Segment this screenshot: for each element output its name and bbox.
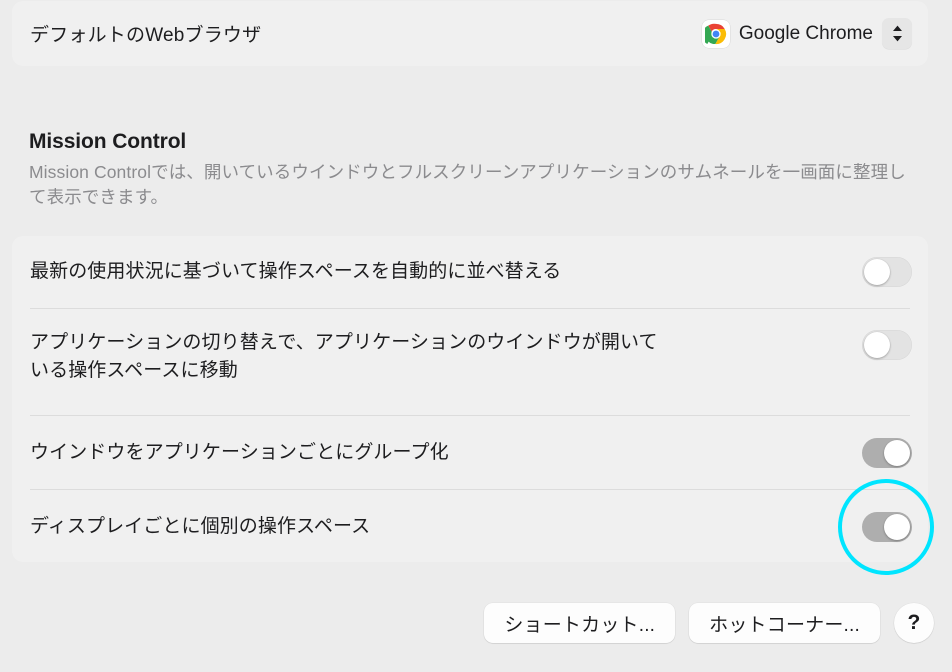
toggle-auto-rearrange-spaces[interactable] bbox=[862, 257, 912, 287]
setting-row-group-windows-by-application[interactable]: ウインドウをアプリケーションごとにグループ化 bbox=[12, 416, 928, 489]
hot-corners-button[interactable]: ホットコーナー... bbox=[689, 603, 880, 643]
setting-label: アプリケーションの切り替えで、アプリケーションのウインドウが開いて いる操作スペ… bbox=[30, 332, 658, 381]
help-button[interactable]: ? bbox=[894, 603, 934, 643]
default-browser-value: Google Chrome bbox=[738, 22, 873, 44]
setting-row-auto-rearrange-spaces[interactable]: 最新の使用状況に基づいて操作スペースを自動的に並べ替える bbox=[12, 236, 928, 308]
chrome-icon bbox=[701, 19, 730, 48]
default-browser-row: デフォルトのWebブラウザ Google Chrome bbox=[12, 1, 928, 66]
toggle-knob bbox=[884, 439, 910, 466]
toggle-switch-to-space-with-open-windows[interactable] bbox=[862, 330, 912, 360]
toggle-knob bbox=[864, 259, 890, 285]
section-description: Mission Controlでは、開いているウインドウとフルスクリーンアプリケ… bbox=[29, 162, 906, 207]
setting-label: ディスプレイごとに個別の操作スペース bbox=[30, 515, 371, 537]
setting-label: 最新の使用状況に基づいて操作スペースを自動的に並べ替える bbox=[30, 261, 562, 282]
default-browser-label: デフォルトのWebブラウザ bbox=[30, 25, 262, 46]
toggle-knob bbox=[884, 513, 910, 540]
toggle-knob bbox=[864, 332, 890, 358]
section-title-mission-control: Mission Control bbox=[29, 130, 187, 153]
setting-label: ウインドウをアプリケーションごとにグループ化 bbox=[30, 441, 449, 463]
default-browser-card: デフォルトのWebブラウザ Google Chrome bbox=[12, 1, 928, 66]
default-browser-popup-button[interactable]: Google Chrome bbox=[701, 18, 912, 49]
toggle-group-windows-by-application[interactable] bbox=[862, 437, 912, 468]
toggle-displays-have-separate-spaces[interactable] bbox=[862, 511, 912, 542]
shortcuts-button[interactable]: ショートカット... bbox=[484, 603, 676, 643]
bottom-button-bar: ショートカット... ホットコーナー... ? bbox=[0, 600, 952, 646]
setting-row-displays-have-separate-spaces[interactable]: ディスプレイごとに個別の操作スペース bbox=[12, 490, 928, 563]
mission-control-settings-card: 最新の使用状況に基づいて操作スペースを自動的に並べ替える アプリケーションの切り… bbox=[12, 236, 928, 562]
setting-row-switch-to-space-with-open-windows[interactable]: アプリケーションの切り替えで、アプリケーションのウインドウが開いて いる操作スペ… bbox=[12, 309, 928, 415]
chevron-up-down-icon[interactable] bbox=[882, 18, 912, 49]
